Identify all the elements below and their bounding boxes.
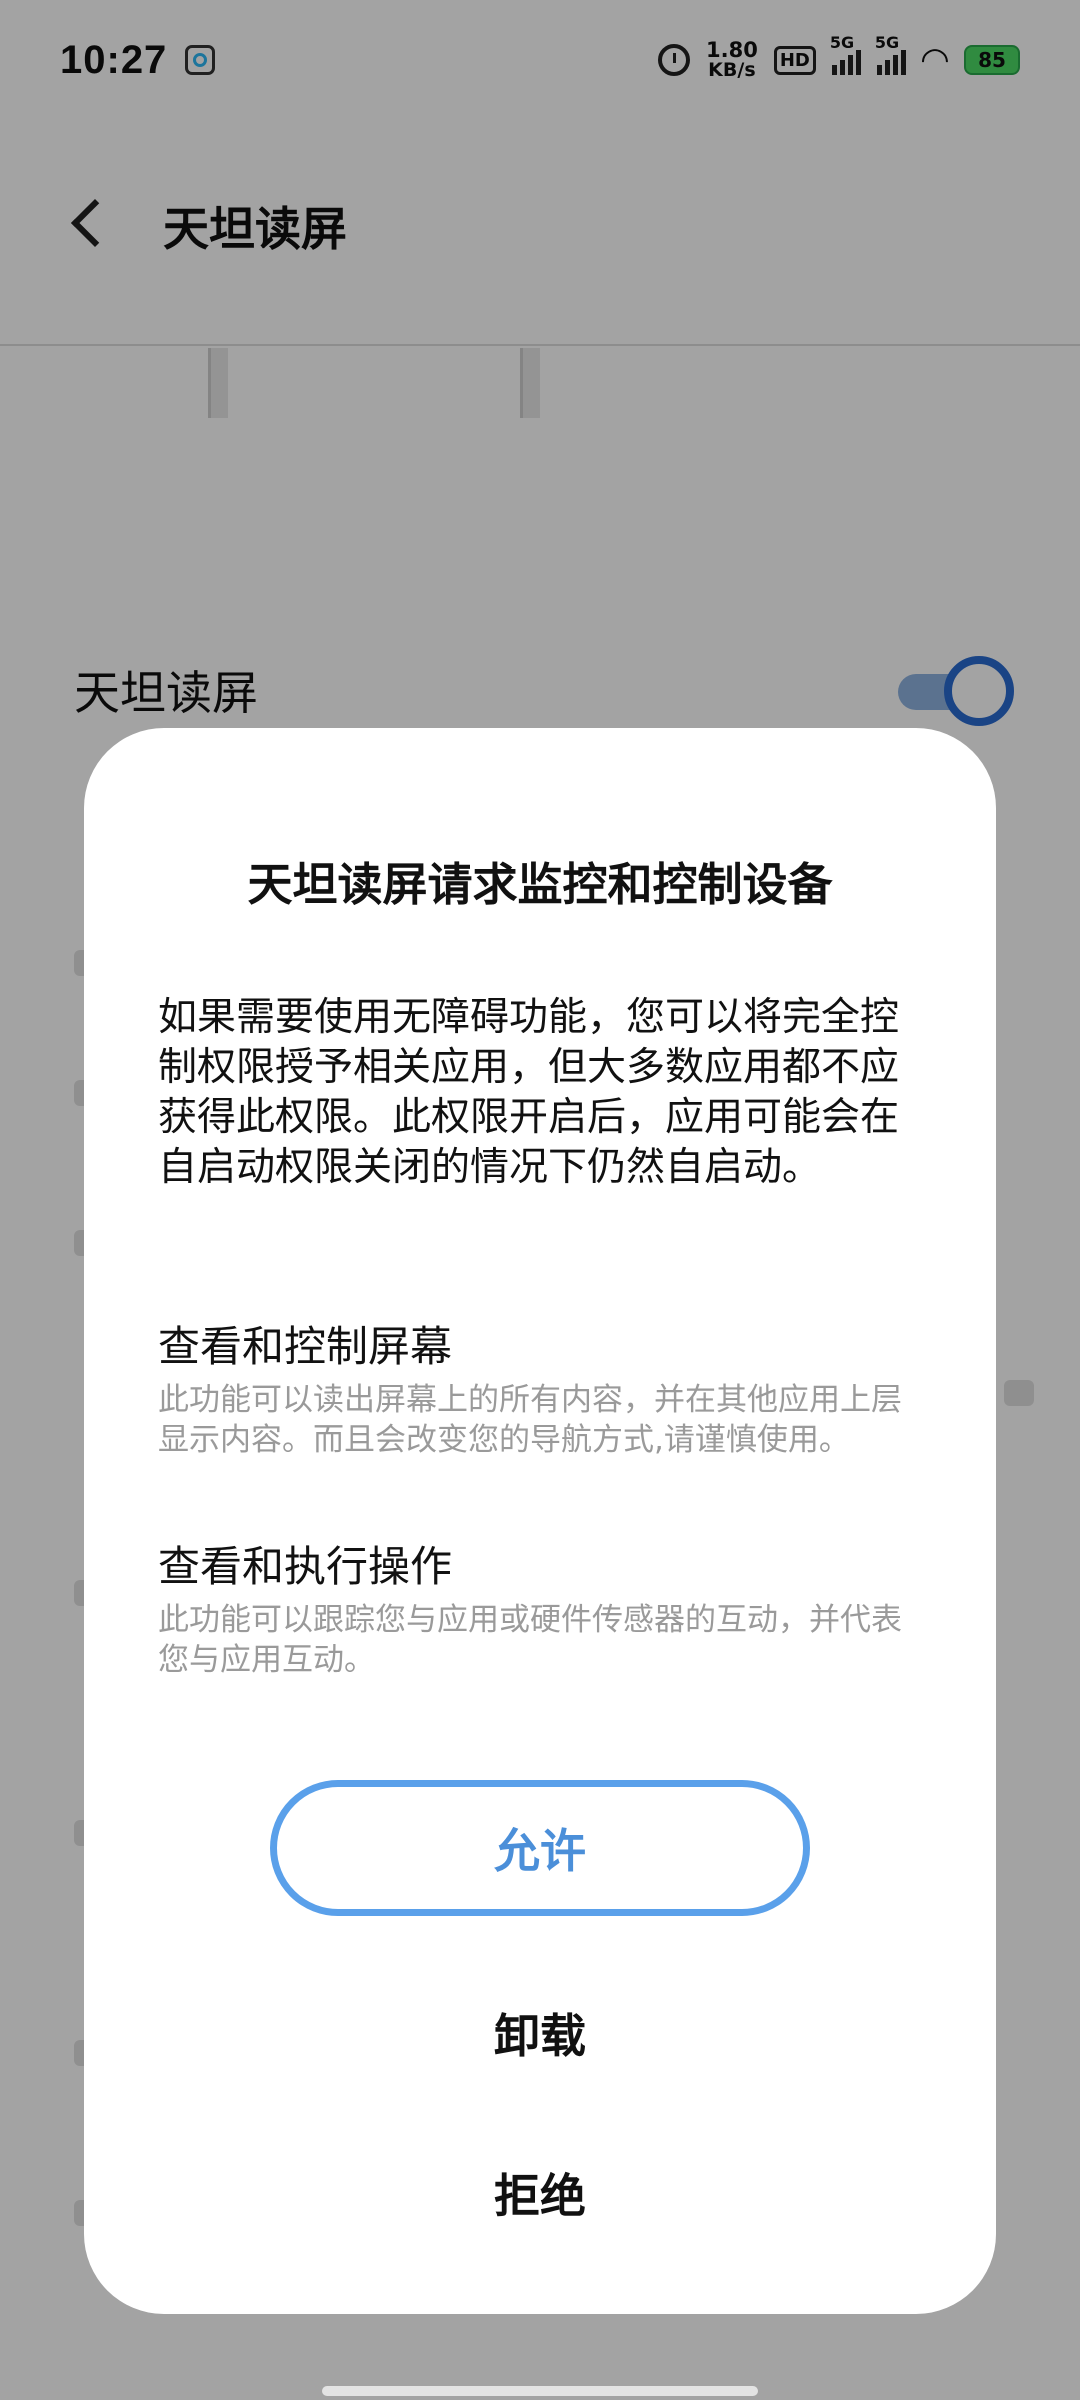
uninstall-button[interactable]: 卸载 — [270, 1983, 810, 2083]
home-indicator[interactable] — [322, 2386, 758, 2396]
permission-description: 此功能可以跟踪您与应用或硬件传感器的互动，并代表您与应用互动。 — [158, 1602, 902, 1678]
screen: 10:27 1.80 KB/s HD 5G 5G ◠ 85 天坦读屏 天坦读屏 … — [0, 0, 1080, 2400]
permission-dialog: 天坦读屏请求监控和控制设备 如果需要使用无障碍功能，您可以将完全控制权限授予相关… — [84, 728, 996, 2314]
permission-title: 查看和控制屏幕 — [158, 1322, 453, 1371]
deny-button[interactable]: 拒绝 — [270, 2143, 810, 2243]
allow-button[interactable]: 允许 — [270, 1780, 810, 1916]
permission-title: 查看和执行操作 — [158, 1542, 453, 1591]
permission-description: 此功能可以读出屏幕上的所有内容，并在其他应用上层显示内容。而且会改变您的导航方式… — [158, 1382, 902, 1458]
dialog-body-text: 如果需要使用无障碍功能，您可以将完全控制权限授予相关应用，但大多数应用都不应获得… — [158, 995, 900, 1190]
dialog-title: 天坦读屏请求监控和控制设备 — [247, 858, 833, 911]
